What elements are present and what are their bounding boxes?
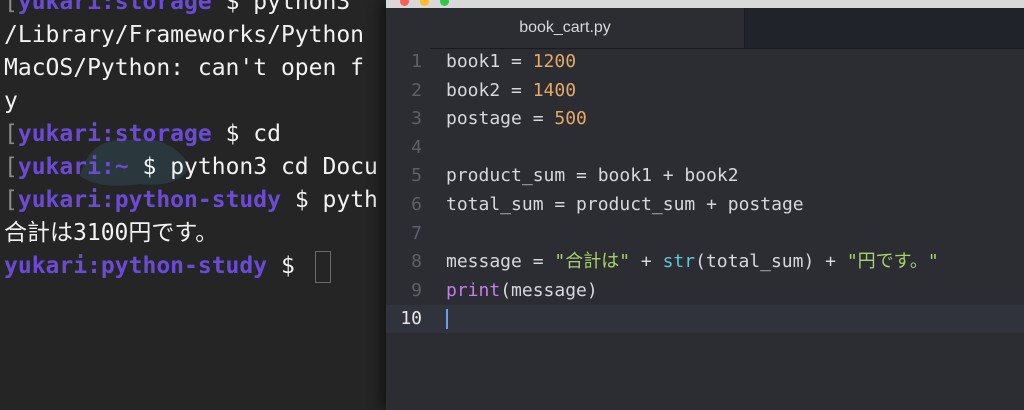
code-line[interactable]: 3 postage = 500	[386, 105, 1024, 133]
terminal-output-text: pyth	[322, 187, 378, 213]
code-token: print	[446, 279, 501, 301]
desktop: [yukari:storage $ python3 /Library/Frame…	[0, 0, 1024, 410]
terminal-prompt: yukari:storage	[17, 0, 212, 15]
editor-window[interactable]: book_cart.py 1 book1 = 1200 2 book2 = 1400 3…	[386, 0, 1024, 410]
terminal-prompt: yukari:python-study	[17, 187, 281, 213]
code-line[interactable]: 4	[386, 134, 1024, 162]
line-number: 2	[411, 79, 422, 101]
code-token: +	[630, 251, 663, 273]
terminal-line: 合計は3100円です。	[4, 217, 218, 249]
terminal-prompt-symbol: $	[280, 187, 323, 213]
terminal-prompt-symbol: $	[128, 154, 171, 180]
terminal-output-text: python3 cd Docu	[170, 154, 378, 180]
line-number: 9	[411, 279, 422, 301]
terminal-bracket: [	[4, 0, 18, 15]
code-line[interactable]: 10	[386, 305, 1024, 334]
terminal-output-text: MacOS/Python: can't open f	[4, 55, 365, 81]
code-line[interactable]: 9 print(message)	[386, 277, 1024, 305]
code-token: postage =	[446, 108, 555, 130]
terminal-prompt-symbol: $	[211, 0, 254, 15]
code-text: print(message)	[446, 277, 598, 305]
line-number: 3	[411, 108, 422, 130]
code-text: product_sum = book1 + book2	[446, 162, 739, 190]
terminal-output-text: python3	[253, 0, 365, 15]
code-line[interactable]: 8 message = "合計は" + str(total_sum) + "円です…	[386, 248, 1024, 276]
code-token: str	[662, 251, 696, 273]
terminal-output-text: cd	[253, 121, 281, 147]
code-text: message = "合計は" + str(total_sum) + "円です。…	[446, 248, 939, 276]
line-number: 8	[411, 251, 422, 273]
code-token: 500	[554, 108, 587, 130]
code-text: postage = 500	[446, 105, 587, 133]
code-token: 1400	[532, 79, 577, 101]
terminal-line: /Library/Frameworks/Python	[4, 19, 364, 51]
code-token: "円です。"	[846, 251, 939, 273]
terminal-window[interactable]: [yukari:storage $ python3 /Library/Frame…	[0, 0, 400, 410]
code-token: book1 =	[446, 51, 533, 72]
code-token: total_sum = product_sum + postage	[446, 194, 804, 215]
terminal-line: [yukari:python-study $ pyth	[4, 184, 378, 216]
code-line[interactable]: 2 book2 = 1400	[386, 77, 1024, 105]
code-text: total_sum = product_sum + postage	[446, 191, 804, 219]
terminal-prompt: yukari:storage	[17, 121, 212, 147]
terminal-bracket: [	[4, 187, 18, 213]
code-token: (total_sum) +	[695, 251, 847, 273]
line-number: 1	[411, 51, 422, 72]
terminal-line: yukari:python-study $	[4, 250, 331, 283]
terminal-line: [yukari:~ $ python3 cd Docu	[4, 151, 378, 183]
terminal-line: MacOS/Python: can't open f	[4, 52, 364, 84]
minimize-window-icon[interactable]	[420, 0, 429, 6]
terminal-output-text: y	[4, 88, 18, 114]
tab-book-cart[interactable]: book_cart.py	[386, 8, 745, 48]
code-token: message =	[446, 251, 555, 273]
code-token: "合計は"	[554, 251, 631, 273]
line-number: 4	[411, 136, 422, 158]
editor-titlebar[interactable]	[386, 0, 1024, 8]
terminal-cursor	[314, 250, 331, 283]
terminal-prompt-symbol: $	[211, 121, 254, 147]
editor-tab-bar: book_cart.py	[386, 8, 1024, 49]
terminal-prompt: yukari:~	[17, 154, 129, 180]
code-text: book2 = 1400	[446, 77, 576, 105]
terminal-output-text: /Library/Frameworks/Python	[4, 22, 365, 48]
terminal-bracket: [	[4, 121, 18, 147]
code-token: book2 =	[446, 79, 533, 101]
close-window-icon[interactable]	[400, 0, 409, 6]
line-number: 10	[400, 308, 422, 330]
code-text	[446, 305, 448, 333]
code-line[interactable]: 5 product_sum = book1 + book2	[386, 162, 1024, 190]
code-text: book1 = 1200	[446, 48, 576, 76]
terminal-prompt: yukari:python-study	[4, 253, 268, 279]
terminal-prompt-symbol: $	[267, 253, 309, 279]
code-token: product_sum = book1 + book2	[446, 165, 739, 187]
line-number: 7	[411, 222, 422, 244]
code-line[interactable]: 7	[386, 220, 1024, 248]
code-line[interactable]: 1 book1 = 1200	[386, 48, 1024, 76]
code-token: (message)	[500, 279, 598, 301]
line-number: 5	[411, 165, 422, 187]
terminal-line: y	[4, 85, 18, 117]
text-caret	[446, 309, 448, 330]
code-line[interactable]: 6 total_sum = product_sum + postage	[386, 191, 1024, 219]
zoom-window-icon[interactable]	[440, 0, 449, 6]
code-editor-area[interactable]: 1 book1 = 1200 2 book2 = 1400 3 postage = 500…	[386, 48, 1024, 410]
terminal-line: [yukari:storage $ cd	[4, 118, 281, 150]
line-number: 6	[411, 194, 422, 215]
terminal-bracket: [	[4, 154, 18, 180]
terminal-output-text: 合計は3100円です。	[4, 220, 219, 246]
terminal-line: [yukari:storage $ python3	[4, 0, 364, 18]
code-token: 1200	[532, 51, 577, 72]
